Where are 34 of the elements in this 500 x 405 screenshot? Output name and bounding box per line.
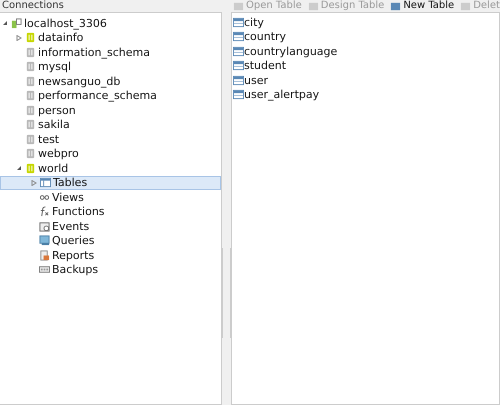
database-name[interactable]: test (38, 132, 60, 146)
tree-item[interactable]: Functions (0, 204, 221, 219)
tree-item[interactable]: Reports (0, 248, 221, 262)
tree-item[interactable]: Views (0, 190, 221, 204)
function-icon (39, 206, 50, 218)
database-name[interactable]: webpro (38, 147, 79, 160)
panel-title: Connections (2, 0, 64, 12)
table-name[interactable]: student (244, 59, 286, 72)
report-icon (39, 250, 50, 261)
expand-arrow-icon[interactable] (16, 34, 22, 41)
table-name[interactable]: city (244, 16, 264, 29)
database-name[interactable]: person (38, 104, 76, 117)
tree-item[interactable]: Backups (0, 262, 221, 277)
expand-arrow-icon[interactable] (16, 165, 22, 172)
tree-item[interactable]: Tables (0, 176, 221, 190)
table-name[interactable]: user_alertpay (244, 88, 320, 102)
table-name[interactable]: country (244, 30, 286, 44)
query-icon (39, 235, 50, 246)
database-name[interactable]: performance_schema (38, 89, 157, 102)
database-name[interactable]: mysql (38, 60, 71, 74)
connection-name[interactable]: localhost_3306 (24, 16, 107, 30)
backup-icon (39, 264, 50, 276)
database-name[interactable]: information_schema (38, 46, 150, 59)
calendar-icon (39, 220, 50, 232)
database-name[interactable]: world (38, 162, 68, 175)
database-name[interactable]: datainfo (38, 31, 84, 44)
tree-item[interactable]: Queries (0, 234, 221, 248)
table-name[interactable]: user (244, 74, 268, 87)
database-name[interactable]: newsanguo_db (38, 74, 120, 88)
expand-arrow-icon[interactable] (2, 20, 8, 26)
table-name[interactable]: countrylanguage (244, 44, 338, 58)
database-name[interactable]: sakila (38, 118, 70, 132)
toolbar-button[interactable]: New Table (390, 0, 454, 12)
tree-item[interactable]: Events (0, 219, 221, 234)
